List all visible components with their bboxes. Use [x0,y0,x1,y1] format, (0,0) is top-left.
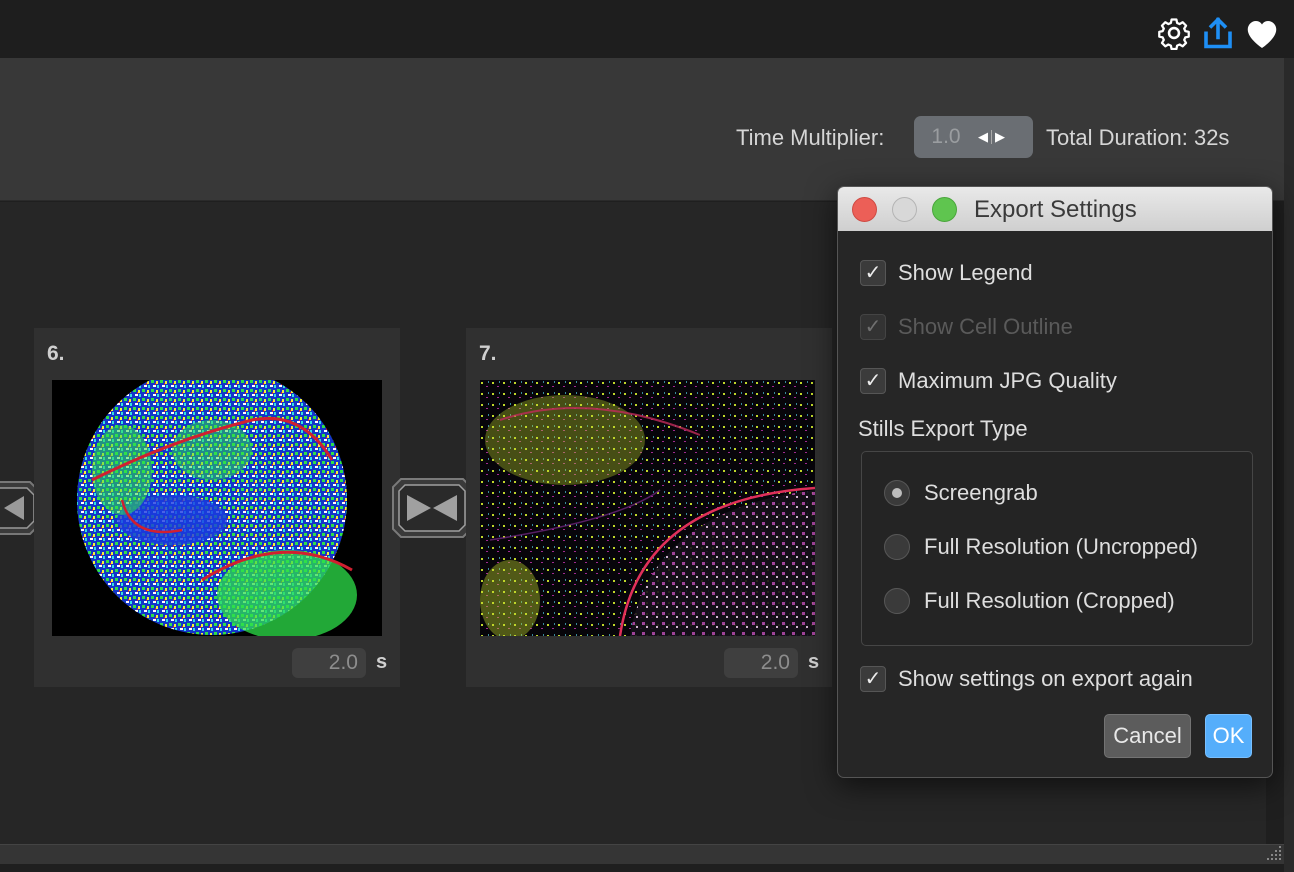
stepper-arrows-icon[interactable]: ◀ ▶ [978,129,1005,145]
heart-icon[interactable] [1244,14,1280,52]
max-jpg-quality-label: Maximum JPG Quality [898,368,1117,393]
radio-unselected-icon[interactable] [884,534,910,560]
checkmark-icon[interactable]: ✓ [860,368,886,394]
radio-unselected-icon[interactable] [884,588,910,614]
checkmark-icon: ✓ [860,314,886,340]
ok-button[interactable]: OK [1205,714,1252,758]
slide-duration-input[interactable]: 2.0 [724,648,798,678]
top-toolbar [0,0,1294,58]
radio-label: Screengrab [924,480,1038,505]
show-settings-again-label: Show settings on export again [898,666,1193,691]
resize-grip-icon[interactable] [1260,842,1284,864]
time-multiplier-stepper[interactable]: 1.0 ◀ ▶ [914,116,1033,158]
max-jpg-quality-checkbox[interactable]: ✓ Maximum JPG Quality [860,368,1117,394]
cancel-button[interactable]: Cancel [1104,714,1191,758]
slide-duration-unit: s [808,651,820,673]
slide-number: 6. [47,342,65,365]
radio-selected-icon[interactable] [884,480,910,506]
slide-duration-input[interactable]: 2.0 [292,648,366,678]
arrow-left-icon[interactable]: ◀ [978,129,988,145]
arrow-right-icon[interactable]: ▶ [995,129,1005,145]
bottom-scroll-strip[interactable] [0,844,1284,864]
stills-export-type-label: Stills Export Type [858,416,1028,441]
checkmark-icon[interactable]: ✓ [860,260,886,286]
radio-label: Full Resolution (Uncropped) [924,534,1198,559]
show-cell-outline-label: Show Cell Outline [898,314,1073,339]
slide-number: 7. [479,342,497,365]
transition-icon[interactable] [391,477,473,539]
dialog-titlebar[interactable]: Export Settings [838,187,1272,231]
slide-thumbnail[interactable] [480,380,815,636]
radio-screengrab[interactable]: Screengrab [884,480,1038,506]
checkmark-icon[interactable]: ✓ [860,666,886,692]
show-settings-again-checkbox[interactable]: ✓ Show settings on export again [860,666,1193,692]
slide-card[interactable]: 7. 2.0 s [466,328,832,687]
time-multiplier-label: Time Multiplier: [736,125,885,150]
time-multiplier-value[interactable]: 1.0 [914,125,978,149]
export-settings-dialog: Export Settings ✓ Show Legend ✓ Show Cel… [837,186,1273,778]
close-window-button[interactable] [852,197,877,222]
show-legend-checkbox[interactable]: ✓ Show Legend [860,260,1033,286]
show-legend-label: Show Legend [898,260,1033,285]
stills-export-type-group: Screengrab Full Resolution (Uncropped) F… [861,451,1253,646]
minimize-window-button[interactable] [892,197,917,222]
right-gutter [1284,58,1294,872]
dialog-title: Export Settings [974,196,1137,223]
total-duration: Total Duration: 32s [1046,125,1230,150]
zoom-window-button[interactable] [932,197,957,222]
gear-icon[interactable] [1156,14,1192,52]
stepper-divider [991,130,992,144]
slide-card[interactable]: 6. 2.0 s [34,328,400,687]
slide-thumbnail[interactable] [52,380,382,636]
radio-label: Full Resolution (Cropped) [924,588,1175,613]
share-icon[interactable] [1200,14,1236,52]
slide-duration-unit: s [376,651,388,673]
radio-full-resolution-uncropped[interactable]: Full Resolution (Uncropped) [884,534,1198,560]
show-cell-outline-checkbox: ✓ Show Cell Outline [860,314,1073,340]
radio-full-resolution-cropped[interactable]: Full Resolution (Cropped) [884,588,1175,614]
